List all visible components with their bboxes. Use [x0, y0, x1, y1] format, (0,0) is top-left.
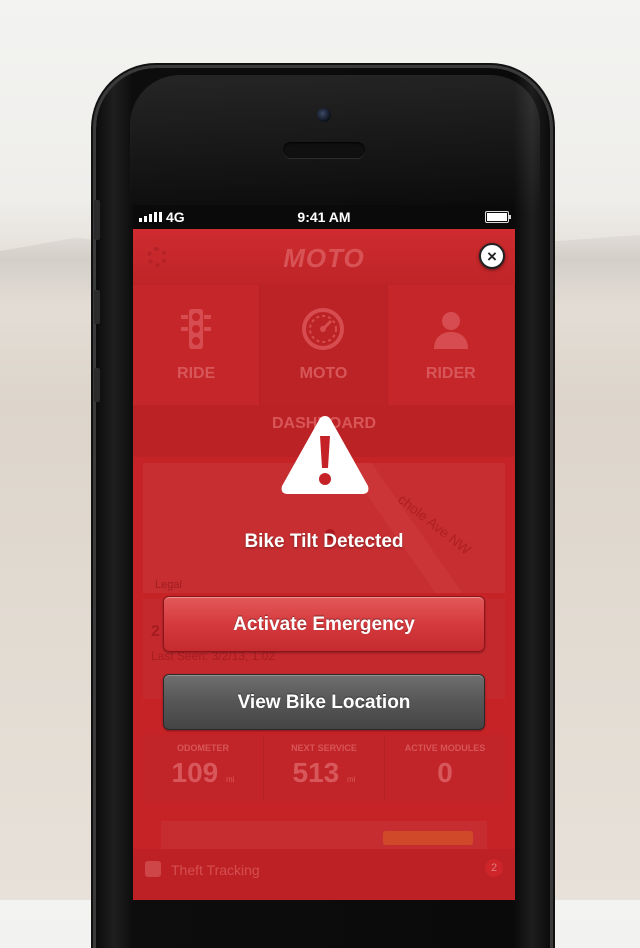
battery-icon [485, 211, 511, 223]
activate-emergency-button[interactable]: Activate Emergency [163, 596, 485, 652]
earpiece-speaker [283, 142, 365, 158]
alert-title: Bike Tilt Detected [244, 531, 404, 552]
alert-overlay: × Bike Tilt Detected Activate Emergency … [133, 229, 515, 900]
phone-screen: 4G 9:41 AM MOTO RIDE MOTO RIDER chole Av… [133, 205, 515, 900]
warning-icon [281, 416, 369, 494]
status-time: 9:41 AM [297, 209, 351, 225]
status-bar: 4G 9:41 AM [133, 205, 515, 229]
front-camera [317, 108, 331, 122]
view-bike-location-button[interactable]: View Bike Location [163, 674, 485, 730]
mute-switch [94, 200, 100, 240]
volume-up-button [94, 290, 100, 324]
close-icon[interactable]: × [479, 243, 505, 269]
volume-down-button [94, 368, 100, 402]
